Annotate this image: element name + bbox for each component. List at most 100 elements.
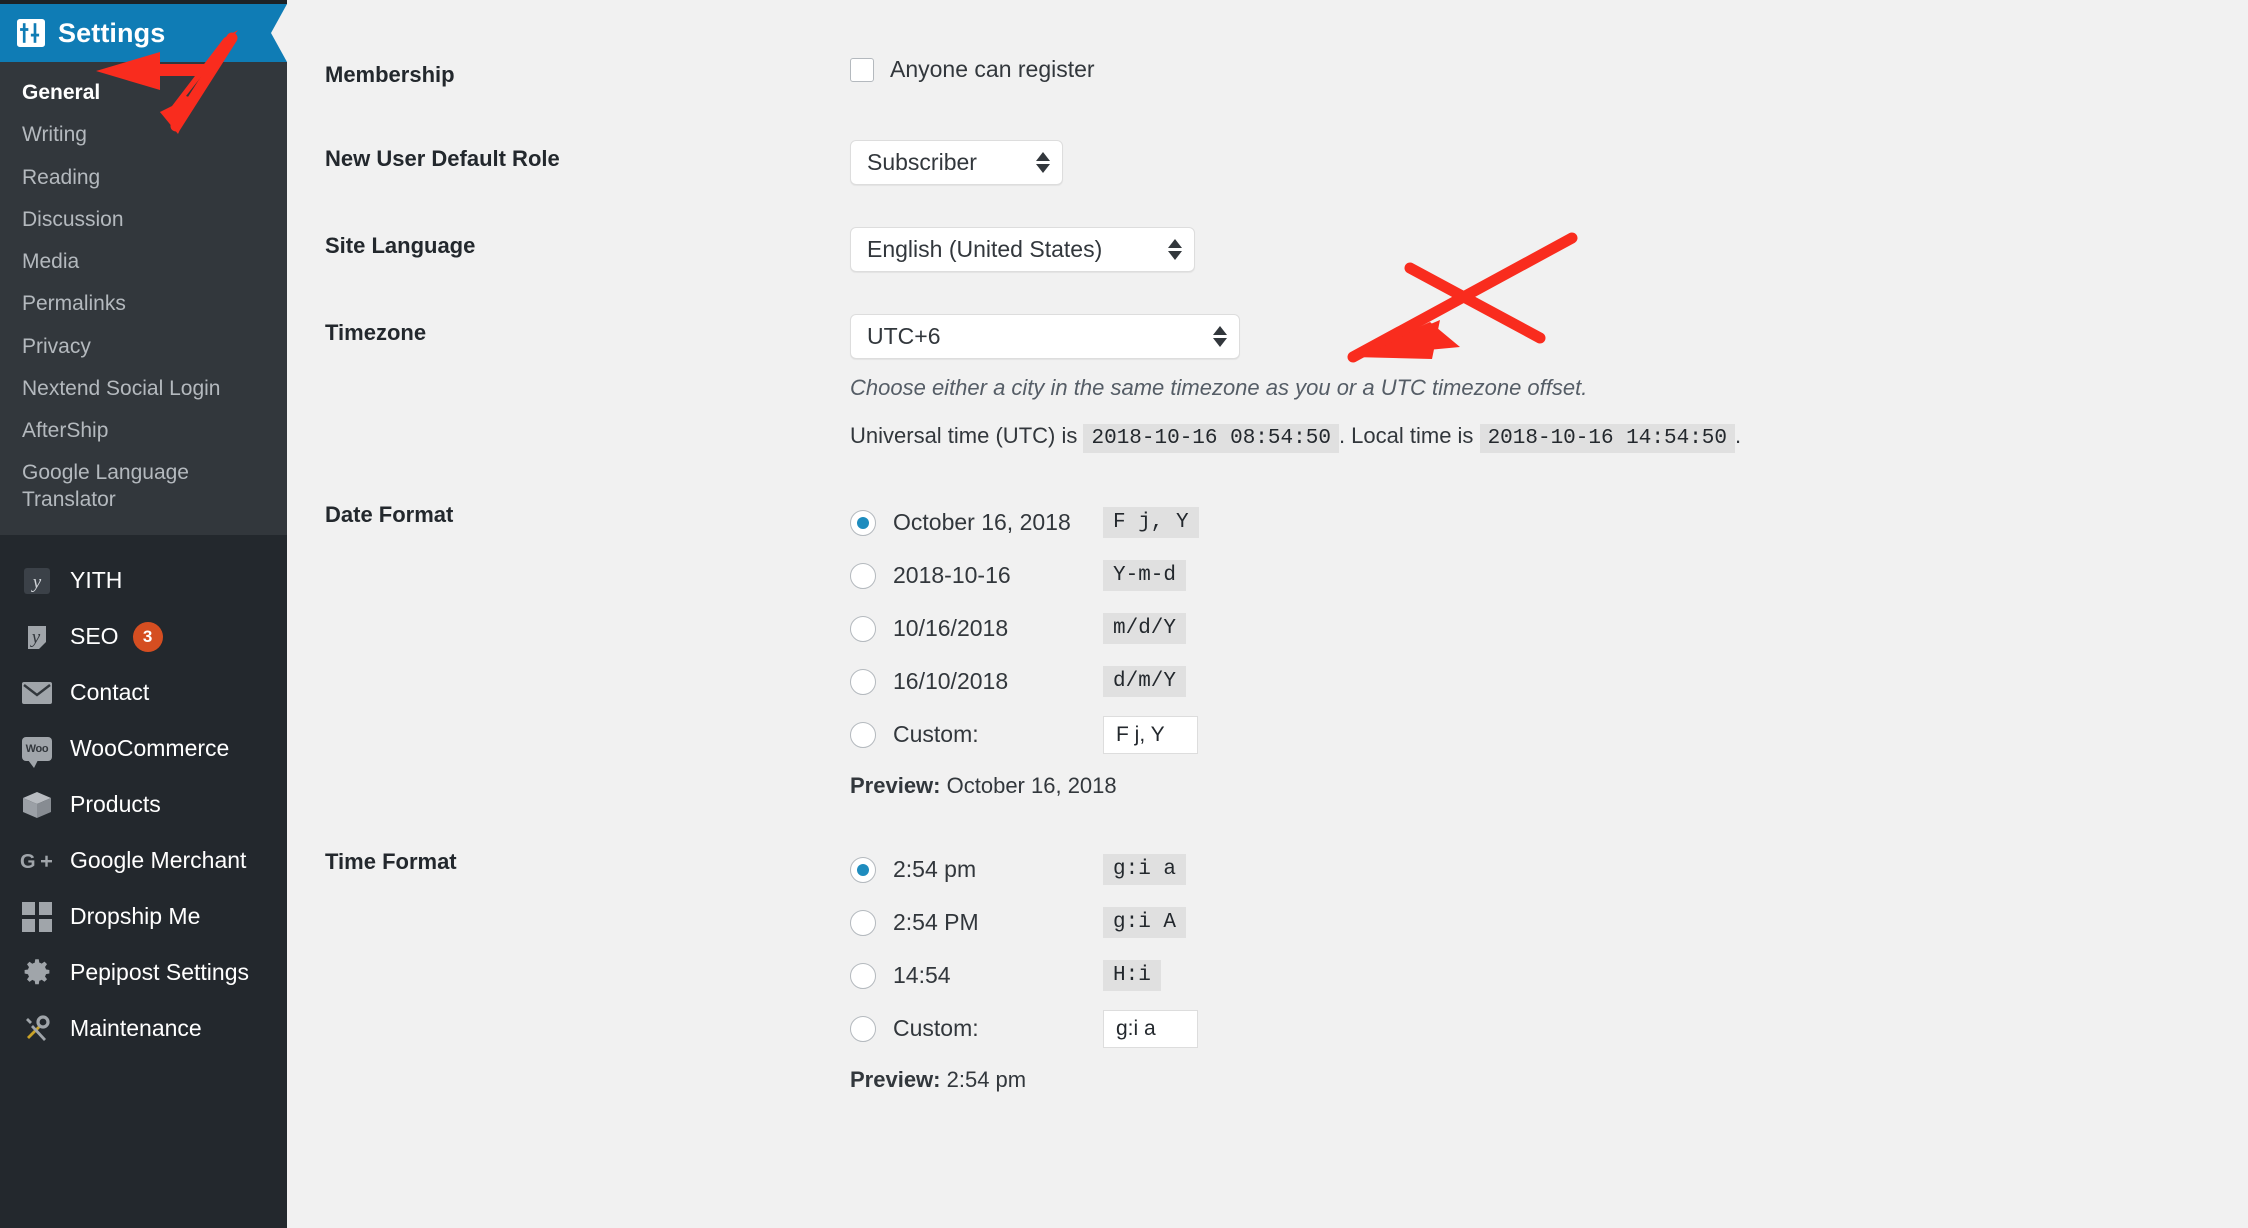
timezone-select[interactable]: UTC+6	[850, 314, 1240, 359]
time-format-option[interactable]: 2:54 PM g:i A	[850, 896, 2248, 949]
date-format-option[interactable]: 10/16/2018 m/d/Y	[850, 602, 2248, 655]
sidebar-item-label: Dropship Me	[70, 903, 201, 930]
date-format-option-text: 16/10/2018	[893, 668, 1009, 694]
sidebar-item-dropship-me[interactable]: Dropship Me	[0, 889, 287, 945]
date-format-option-code: Y-m-d	[1103, 560, 1187, 591]
date-format-option-text: October 16, 2018	[893, 509, 1071, 535]
date-format-option[interactable]: 2018-10-16 Y-m-d	[850, 549, 2248, 602]
anyone-can-register-label: Anyone can register	[890, 56, 1095, 82]
time-format-option[interactable]: 2:54 pm g:i a	[850, 843, 2248, 896]
sidebar-item-maintenance[interactable]: Maintenance	[0, 1001, 287, 1057]
sidebar-item-permalinks[interactable]: Permalinks	[0, 283, 287, 325]
box-icon	[20, 788, 54, 822]
date-format-radio[interactable]	[850, 562, 876, 589]
chevron-updown-icon	[1168, 239, 1182, 260]
date-format-custom-label: Custom:	[893, 721, 979, 747]
sidebar-item-nextend-social-login[interactable]: Nextend Social Login	[0, 368, 287, 410]
utc-time-value: 2018-10-16 08:54:50	[1083, 424, 1339, 453]
sidebar-item-contact[interactable]: Contact	[0, 665, 287, 721]
sidebar-item-general[interactable]: General	[0, 72, 287, 114]
time-format-label: Time Format	[325, 849, 457, 874]
site-language-select[interactable]: English (United States)	[850, 227, 1195, 272]
date-format-radio[interactable]	[850, 668, 876, 695]
time-format-option-text: 2:54 PM	[893, 909, 979, 935]
time-format-option-text: 14:54	[893, 962, 951, 988]
membership-checkbox-row[interactable]: Anyone can register	[850, 56, 2248, 83]
date-format-option-text: 10/16/2018	[893, 615, 1009, 641]
plugin-menu: y YITH y SEO 3 Contact Woo WooCommerce P…	[0, 535, 287, 1057]
google-plus-icon: G	[20, 844, 54, 878]
sidebar-item-label: Products	[70, 791, 161, 818]
sidebar-item-label: Pepipost Settings	[70, 959, 250, 986]
timezone-current-time: Universal time (UTC) is 2018-10-16 08:54…	[850, 423, 2248, 453]
settings-menu-header[interactable]: Settings	[0, 4, 287, 62]
chevron-updown-icon	[1036, 152, 1050, 173]
yoast-seo-icon: y	[20, 620, 54, 654]
anyone-can-register-checkbox[interactable]	[850, 57, 874, 82]
sidebar-item-label: WooCommerce	[70, 735, 230, 762]
yith-icon: y	[20, 564, 54, 598]
sidebar-item-yith[interactable]: y YITH	[0, 553, 287, 609]
time-format-radio[interactable]	[850, 856, 876, 883]
date-format-option-code: F j, Y	[1103, 507, 1199, 538]
time-format-option-code: g:i a	[1103, 854, 1187, 885]
svg-text:G: G	[20, 851, 36, 873]
sidebar-item-google-language-translator[interactable]: Google Language Translator	[0, 452, 215, 521]
sidebar-item-aftership[interactable]: AfterShip	[0, 410, 287, 452]
time-format-custom-radio[interactable]	[850, 1015, 876, 1042]
timezone-hint: Choose either a city in the same timezon…	[850, 375, 1588, 400]
sidebar-item-reading[interactable]: Reading	[0, 157, 287, 199]
date-format-option-text: 2018-10-16	[893, 562, 1011, 588]
sidebar-item-label: Contact	[70, 679, 150, 706]
time-format-option[interactable]: 14:54 H:i	[850, 949, 2248, 1002]
date-format-radio[interactable]	[850, 509, 876, 536]
sidebar-item-discussion[interactable]: Discussion	[0, 199, 287, 241]
time-line-suffix: .	[1735, 423, 1742, 448]
time-format-radio[interactable]	[850, 962, 876, 989]
sidebar-item-label: YITH	[70, 567, 123, 594]
new-user-role-select[interactable]: Subscriber	[850, 140, 1063, 185]
date-format-option[interactable]: October 16, 2018 F j, Y	[850, 496, 2248, 549]
settings-general-form: Membership Anyone can register New User …	[287, 0, 2248, 1228]
settings-menu-title: Settings	[58, 17, 166, 48]
date-format-radio[interactable]	[850, 615, 876, 642]
svg-text:y: y	[31, 572, 42, 593]
row-time-format: Time Format 2:54 pm g:i a 2:54 PM g:i A …	[325, 843, 2248, 1093]
new-user-role-value: Subscriber	[867, 149, 977, 175]
sidebar-item-seo[interactable]: y SEO 3	[0, 609, 287, 665]
sidebar-item-products[interactable]: Products	[0, 777, 287, 833]
time-format-option-code: g:i A	[1103, 907, 1187, 938]
time-format-option-code: H:i	[1103, 960, 1161, 991]
time-format-radio[interactable]	[850, 909, 876, 936]
sidebar-item-label: Maintenance	[70, 1015, 202, 1042]
date-format-options: October 16, 2018 F j, Y 2018-10-16 Y-m-d…	[850, 496, 2248, 799]
time-format-custom-input[interactable]: g:i a	[1103, 1009, 1198, 1048]
sidebar-item-google-merchant[interactable]: G Google Merchant	[0, 833, 287, 889]
sidebar-item-privacy[interactable]: Privacy	[0, 326, 287, 368]
chevron-updown-icon	[1213, 326, 1227, 347]
sidebar-item-label: SEO	[70, 623, 119, 650]
sidebar-item-writing[interactable]: Writing	[0, 114, 287, 156]
time-format-options: 2:54 pm g:i a 2:54 PM g:i A 14:54 H:i Cu…	[850, 843, 2248, 1093]
date-format-preview: Preview: October 16, 2018	[850, 773, 2248, 799]
settings-sliders-icon	[16, 18, 46, 48]
date-format-custom-option[interactable]: Custom: F j, Y	[850, 708, 2248, 761]
time-format-preview: Preview: 2:54 pm	[850, 1067, 2248, 1093]
sidebar-item-pepipost-settings[interactable]: Pepipost Settings	[0, 945, 287, 1001]
sidebar-item-media[interactable]: Media	[0, 241, 287, 283]
sidebar-item-woocommerce[interactable]: Woo WooCommerce	[0, 721, 287, 777]
date-preview-value: October 16, 2018	[946, 773, 1117, 798]
time-format-option-text: 2:54 pm	[893, 856, 977, 882]
membership-label: Membership	[325, 62, 455, 87]
woocommerce-icon: Woo	[20, 732, 54, 768]
time-format-custom-label: Custom:	[893, 1015, 979, 1041]
svg-text:y: y	[30, 627, 41, 648]
utc-prefix: Universal time (UTC) is	[850, 423, 1078, 448]
date-format-option[interactable]: 16/10/2018 d/m/Y	[850, 655, 2248, 708]
time-format-custom-option[interactable]: Custom: g:i a	[850, 1002, 2248, 1055]
row-membership: Membership Anyone can register	[325, 56, 2248, 88]
date-format-custom-input[interactable]: F j, Y	[1103, 715, 1198, 754]
tools-icon	[20, 1012, 54, 1046]
time-preview-value: 2:54 pm	[946, 1067, 1027, 1092]
date-format-custom-radio[interactable]	[850, 721, 876, 748]
